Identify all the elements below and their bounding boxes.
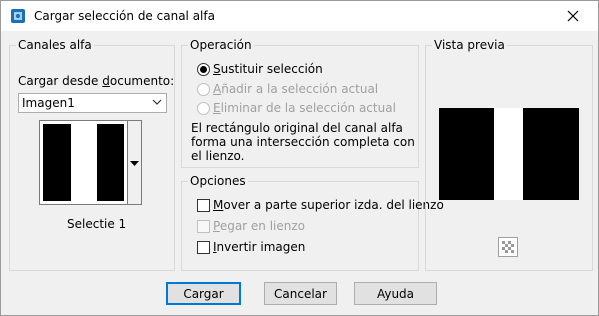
channel-dropdown-button[interactable] — [127, 120, 142, 205]
checkbox-mover[interactable] — [197, 199, 210, 212]
cancel-button[interactable]: Cancelar — [264, 282, 337, 305]
checkerboard-icon — [502, 241, 514, 253]
radio-anadir[interactable] — [197, 83, 210, 96]
preview-image — [439, 108, 579, 200]
load-button[interactable]: Cargar — [166, 282, 241, 305]
close-button[interactable] — [549, 1, 597, 31]
caret-down-icon — [130, 161, 139, 166]
help-button[interactable]: Ayuda — [354, 282, 437, 305]
options-legend: Opciones — [188, 174, 248, 188]
close-icon — [567, 10, 579, 22]
document-select[interactable]: Imagen1 — [18, 93, 167, 113]
checkbox-mover-label[interactable]: Mover a parte superior izda. del lienzo — [213, 198, 444, 212]
title-bar: Cargar selección de canal alfa — [1, 1, 598, 31]
radio-sustituir-label[interactable]: Sustituir selección — [213, 62, 323, 76]
checkerboard-button[interactable] — [498, 237, 518, 257]
app-icon — [11, 9, 25, 23]
document-select-value: Imagen1 — [22, 96, 75, 110]
alpha-channels-legend: Canales alfa — [16, 38, 94, 52]
checkbox-invertir[interactable] — [197, 241, 210, 254]
channel-name: Selectie 1 — [67, 217, 127, 231]
radio-anadir-label[interactable]: Añadir a la selección actual — [213, 82, 378, 96]
channel-thumbnail-image — [43, 124, 124, 201]
preview-legend: Vista previa — [432, 38, 507, 52]
operation-description-line2: forma una intersección completa con — [191, 135, 415, 149]
radio-eliminar-label[interactable]: Eliminar de la selección actual — [213, 101, 396, 115]
preview-selection-stripe — [494, 108, 523, 200]
checkbox-invertir-label[interactable]: Invertir imagen — [213, 240, 305, 254]
checkbox-pegar-label[interactable]: Pegar en lienzo — [213, 219, 305, 233]
operation-legend: Operación — [188, 38, 254, 52]
radio-eliminar[interactable] — [197, 102, 210, 115]
chevron-down-icon — [152, 99, 162, 105]
window-title: Cargar selección de canal alfa — [34, 9, 215, 23]
dialog-window: Cargar selección de canal alfa Canales a… — [0, 0, 599, 316]
operation-description-line3: el lienzo. — [191, 149, 245, 163]
radio-sustituir[interactable] — [197, 63, 210, 76]
checkbox-pegar[interactable] — [197, 220, 210, 233]
load-from-document-label: Cargar desde documento: — [18, 74, 175, 88]
operation-description-line1: El rectángulo original del canal alfa — [191, 121, 403, 135]
